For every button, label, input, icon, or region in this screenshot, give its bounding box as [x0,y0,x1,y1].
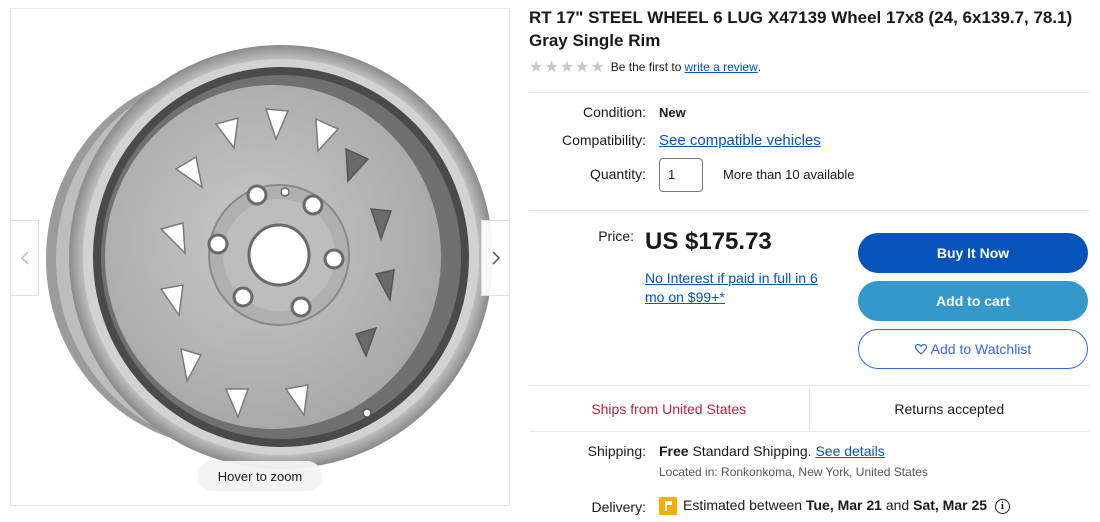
shipping-badges: Ships from United States Returns accepte… [529,385,1089,432]
returns-badge: Returns accepted [894,400,1005,417]
star-icon: ★ [529,57,544,76]
condition-label: Condition: [582,104,646,120]
next-image-button[interactable] [481,220,509,296]
product-info-panel: RT 17" STEEL WHEEL 6 LUG X47139 Wheel 17… [529,6,1091,516]
item-location: Located in: Ronkonkoma, New York, United… [659,465,928,479]
delivery-flag-icon [659,497,677,516]
buy-it-now-button[interactable]: Buy It Now [858,233,1088,273]
divider [529,210,1089,211]
availability-text: More than 10 available [723,167,855,182]
see-compatible-vehicles-link[interactable]: See compatible vehicles [659,132,821,149]
shipping-details-link[interactable]: See details [815,443,884,459]
chevron-left-icon [20,251,29,265]
heart-icon [914,343,927,355]
steel-wheel-image[interactable] [11,9,510,506]
chevron-right-icon [491,251,500,265]
add-to-cart-button[interactable]: Add to cart [858,281,1088,321]
rating-row: ★ ★ ★ ★ ★ Be the first to write a review… [529,57,1091,77]
star-icon: ★ [575,57,590,76]
add-to-watchlist-label: Add to Watchlist [930,341,1032,357]
quantity-label: Quantity: [589,166,646,182]
shipping-method: Standard Shipping. [692,443,812,459]
review-prompt: Be the first to [610,60,682,74]
divider [529,92,1089,93]
buy-it-now-label: Buy It Now [936,245,1010,261]
delivery-end-date: Sat, Mar 25 [913,497,988,513]
free-shipping-text: Free [659,443,689,459]
hover-to-zoom-hint: Hover to zoom [198,461,322,491]
review-suffix: . [757,60,762,74]
star-icon: ★ [544,57,559,76]
price-label: Price: [598,228,634,244]
compatibility-label: Compatibility: [561,132,646,148]
delivery-prefix: Estimated between [683,497,803,513]
info-icon[interactable]: i [994,498,1010,514]
ships-from-badge: Ships from United States [529,386,810,431]
star-rating: ★ ★ ★ ★ ★ [529,59,605,75]
delivery-info: Estimated between Tue, Mar 21 and Sat, M… [659,497,1010,516]
add-to-cart-label: Add to cart [936,293,1010,309]
financing-link[interactable]: No Interest if paid in full in 6 mo on $… [645,269,841,307]
delivery-label: Delivery: [591,499,646,515]
star-icon: ★ [590,57,605,76]
price-value: US $175.73 [645,228,772,255]
shipping-label: Shipping: [587,443,646,459]
write-review-link[interactable]: write a review [684,60,757,74]
delivery-and: and [885,497,910,513]
previous-image-button[interactable] [11,220,39,296]
quantity-input[interactable]: 1 [659,158,703,192]
condition-value: New [659,105,686,120]
product-title: RT 17" STEEL WHEEL 6 LUG X47139 Wheel 17… [529,8,1073,50]
add-to-watchlist-button[interactable]: Add to Watchlist [858,329,1088,369]
product-image-gallery[interactable]: Hover to zoom [10,8,510,506]
shipping-info: Free Standard Shipping. See details [659,443,885,459]
star-icon: ★ [559,57,575,76]
delivery-start-date: Tue, Mar 21 [805,497,882,513]
